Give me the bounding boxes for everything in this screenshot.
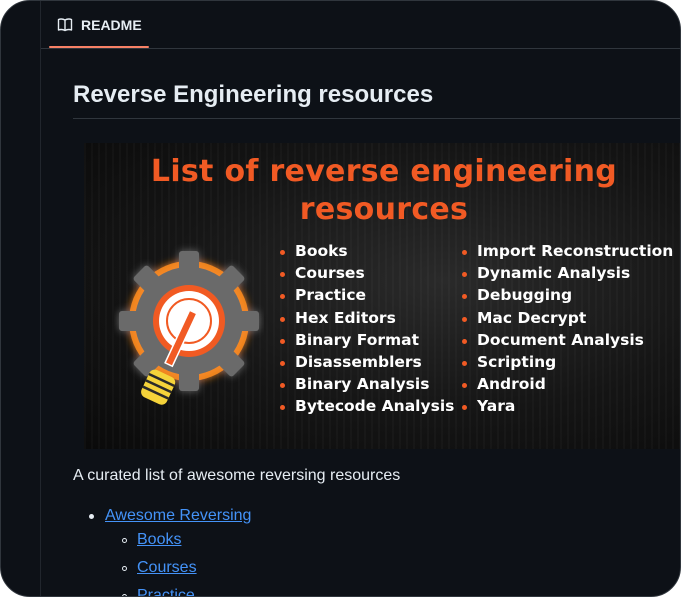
banner-item: Binary Analysis xyxy=(280,373,454,395)
banner-item: Document Analysis xyxy=(462,329,673,351)
banner-item: Dynamic Analysis xyxy=(462,262,673,284)
banner-title: List of reverse engineering resources xyxy=(84,153,680,229)
banner-item: Import Reconstruction xyxy=(462,240,673,262)
banner-image: List of reverse engineering resources Bo… xyxy=(84,143,680,449)
banner-item: Debugging xyxy=(462,284,673,306)
book-icon xyxy=(57,17,73,31)
gear-icon xyxy=(119,251,259,405)
readme-description: A curated list of awesome reversing reso… xyxy=(73,467,401,484)
banner-item: Bytecode Analysis xyxy=(280,395,454,417)
readme-title: Reverse Engineering resources xyxy=(73,81,434,108)
banner-title-line-1: List of reverse engineering xyxy=(150,154,618,189)
tab-readme[interactable]: README xyxy=(49,1,149,48)
readme-panel: README Reverse Engineering resources Lis… xyxy=(0,0,681,597)
banner-item: Binary Format xyxy=(280,329,454,351)
list-bullet xyxy=(122,566,127,571)
banner-title-line-2: resources xyxy=(299,192,469,227)
banner-item: Courses xyxy=(280,262,454,284)
list-bullet xyxy=(89,514,94,519)
banner-list-left: Books Courses Practice Hex Editors Binar… xyxy=(280,240,454,418)
toc-link-awesome-reversing[interactable]: Awesome Reversing xyxy=(105,507,251,525)
banner-item: Scripting xyxy=(462,351,673,373)
banner-item: Yara xyxy=(462,395,673,417)
panel-divider xyxy=(40,1,41,596)
toc-link-courses[interactable]: Courses xyxy=(137,559,197,577)
title-divider xyxy=(73,118,680,119)
active-tab-indicator xyxy=(49,46,149,48)
banner-list-right: Import Reconstruction Dynamic Analysis D… xyxy=(462,240,673,418)
banner-item: Hex Editors xyxy=(280,307,454,329)
banner-item: Disassemblers xyxy=(280,351,454,373)
banner-item: Mac Decrypt xyxy=(462,307,673,329)
banner-item: Android xyxy=(462,373,673,395)
toc-link-books[interactable]: Books xyxy=(137,531,181,549)
toc-link-practice[interactable]: Practice xyxy=(137,587,195,596)
banner-item: Practice xyxy=(280,284,454,306)
list-bullet xyxy=(122,538,127,543)
tab-readme-label: README xyxy=(81,16,142,33)
banner-item: Books xyxy=(280,240,454,262)
